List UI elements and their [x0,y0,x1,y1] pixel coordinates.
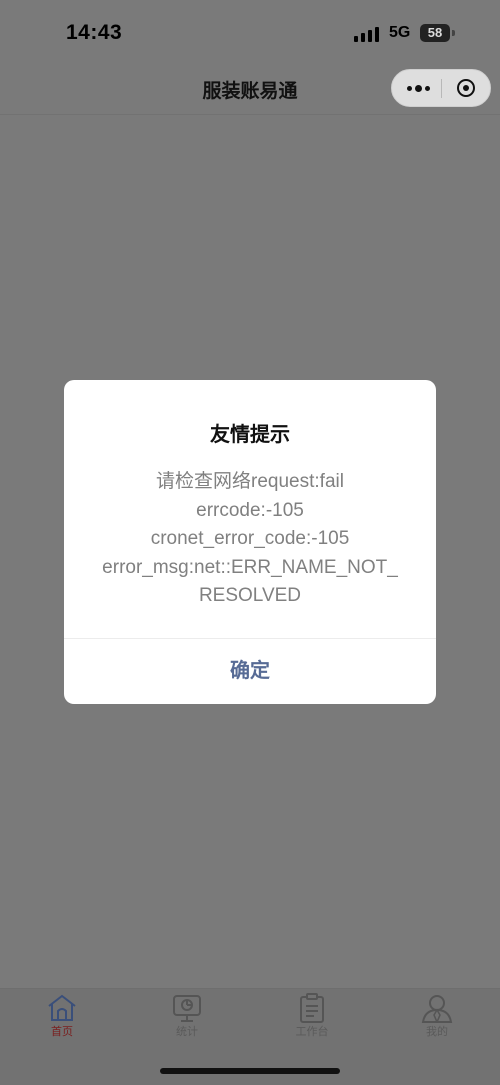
status-bar: 14:43 5G 58 [0,0,500,66]
capsule-divider [441,79,442,98]
tab-label: 首页 [51,1026,73,1038]
tab-label: 统计 [176,1026,198,1038]
battery-level: 58 [427,25,443,40]
close-miniprogram-icon[interactable] [457,79,475,97]
dialog-message-line: error_msg:net::ERR_NAME_NOT_ [102,556,398,578]
tab-profile[interactable]: 我的 [387,993,487,1053]
miniprogram-capsule [391,69,491,107]
dialog-title: 友情提示 [210,424,290,446]
tab-stats[interactable]: 统计 [137,993,237,1053]
dialog-message: 请检查网络request:fail errcode:-105 cronet_er… [84,468,416,611]
dialog-message-line: RESOLVED [198,585,302,606]
status-time: 14:43 [66,21,123,44]
more-icon[interactable] [407,81,431,95]
tab-workbench[interactable]: 工作台 [262,993,362,1053]
user-icon [421,995,453,1023]
signal-icon [354,27,381,42]
tab-home[interactable]: 首页 [12,993,112,1053]
battery-tip [452,30,455,36]
home-indicator [160,1068,340,1074]
dialog-message-line: cronet_error_code:-105 [150,528,350,549]
clipboard-icon [300,993,324,1023]
confirm-button[interactable]: 确定 [64,639,436,704]
tab-label: 我的 [426,1026,448,1038]
dialog-message-line: errcode:-105 [196,499,304,521]
home-icon [48,994,76,1021]
dialog-message-line: 请检查网络request:fail [156,471,344,492]
stats-icon [173,995,201,1022]
alert-dialog: 友情提示 请检查网络request:fail errcode:-105 cron… [64,380,436,704]
tab-label: 工作台 [295,1026,329,1038]
network-type: 5G [389,24,411,41]
